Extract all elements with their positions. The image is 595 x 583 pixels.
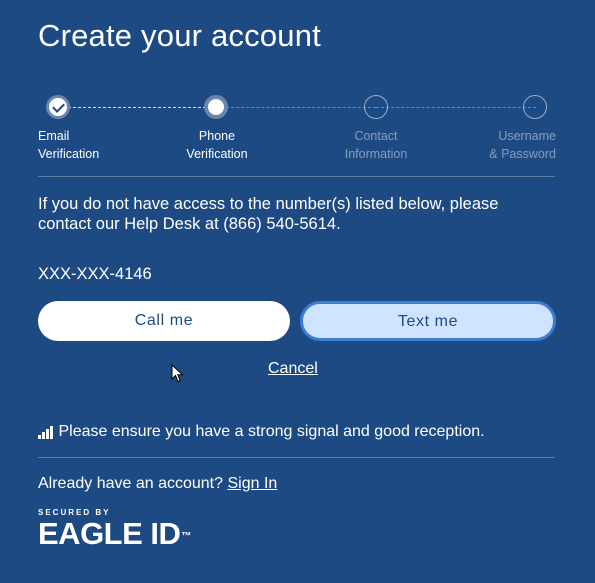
pending-step-dot: [364, 95, 388, 119]
page-title: Create your account: [38, 18, 321, 53]
help-desk-info: If you do not have access to the number(…: [38, 195, 499, 233]
sign-in-link[interactable]: Sign In: [227, 475, 277, 492]
step-label: Phone Verification: [186, 129, 248, 161]
mouse-cursor-icon: [171, 364, 184, 383]
current-step-dot: [204, 95, 228, 119]
brand-name: EAGLE ID™: [38, 516, 191, 551]
step-connector-2: [216, 107, 376, 108]
text-me-button[interactable]: Text me: [300, 301, 556, 341]
step-connector-3: [376, 107, 536, 108]
pending-step-dot: [523, 95, 547, 119]
account-prompt-text: Already have an account?: [38, 475, 224, 492]
progress-stepper: Email Verification Phone Verification Co…: [0, 92, 595, 172]
step-label: Email Verification: [38, 129, 100, 161]
signal-strength-icon: [38, 425, 53, 439]
signal-notice: Please ensure you have a strong signal a…: [38, 423, 485, 441]
masked-phone-number: XXX-XXX-4146: [38, 265, 152, 283]
sign-in-prompt: Already have an account? Sign In: [38, 475, 277, 493]
divider: [38, 457, 555, 458]
create-account-page: Create your account Email Verification P…: [0, 0, 595, 583]
step-connector-1: [58, 107, 216, 108]
cancel-link[interactable]: Cancel: [268, 360, 318, 378]
divider: [38, 176, 555, 177]
step-label: Username & Password: [489, 129, 556, 161]
signal-notice-text: Please ensure you have a strong signal a…: [58, 423, 485, 440]
check-icon: [46, 95, 70, 119]
step-label: Contact Information: [344, 129, 408, 161]
call-me-button[interactable]: Call me: [38, 301, 290, 341]
eagle-id-logo: SECURED BY EAGLE ID™: [38, 508, 191, 551]
